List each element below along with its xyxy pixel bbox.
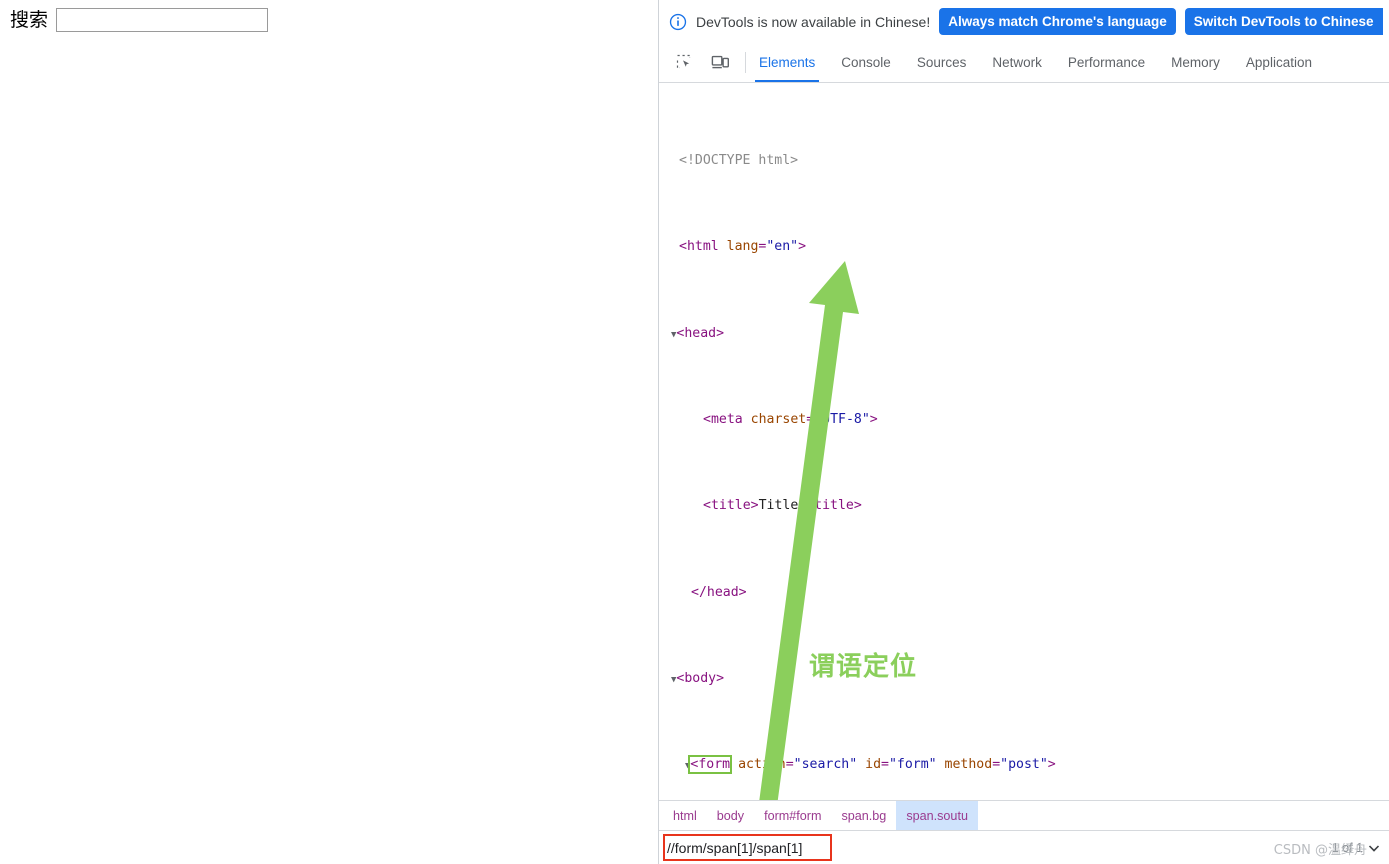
html-tag: <html	[679, 239, 719, 255]
breadcrumb-item-span-soutu[interactable]: span.soutu	[896, 801, 978, 830]
head-tag: <head>	[676, 325, 725, 341]
meta-tag: <meta	[703, 411, 743, 427]
search-match-count: 1 of 1	[1331, 840, 1363, 855]
chevron-down-icon[interactable]	[1367, 841, 1381, 855]
html-lang-attr: lang	[718, 239, 759, 255]
form-action-attr: action	[730, 757, 786, 773]
dom-line-meta[interactable]: <meta charset="UTF-8">	[659, 409, 1389, 431]
dom-tree: <!DOCTYPE html> <html lang="en"> ▼<head>…	[659, 85, 1389, 800]
breadcrumb-item-html[interactable]: html	[659, 801, 707, 830]
form-method-attr: method	[936, 757, 993, 773]
tab-memory[interactable]: Memory	[1158, 43, 1233, 82]
meta-charset-value: "UTF-8"	[814, 411, 870, 427]
tab-application[interactable]: Application	[1233, 43, 1325, 82]
breadcrumb-item-form[interactable]: form#form	[754, 801, 831, 830]
devtools-panel: DevTools is now available in Chinese! Al…	[658, 0, 1389, 864]
form-tag: <form	[688, 755, 733, 775]
search-form: 搜索	[10, 8, 269, 32]
language-banner: DevTools is now available in Chinese! Al…	[659, 0, 1389, 43]
doctype-text: <!DOCTYPE html>	[679, 152, 799, 168]
form-method-value: "post"	[1000, 757, 1048, 773]
breadcrumb-item-body[interactable]: body	[707, 801, 754, 830]
tab-performance[interactable]: Performance	[1055, 43, 1158, 82]
body-tag: <body>	[676, 671, 725, 687]
dom-line-head[interactable]: ▼<head>	[659, 323, 1389, 345]
device-toolbar-icon[interactable]	[707, 43, 733, 82]
dom-line-html[interactable]: <html lang="en">	[659, 236, 1389, 258]
head-close-tag: </head>	[691, 584, 747, 600]
search-label: 搜索	[10, 8, 49, 31]
devtools-toolbar: Elements Console Sources Network Perform…	[659, 43, 1389, 83]
dom-line-doctype[interactable]: <!DOCTYPE html>	[659, 150, 1389, 172]
form-tag-end: >	[1047, 757, 1056, 773]
dom-line-form[interactable]: ▼<form action="search" id="form" method=…	[659, 754, 1389, 776]
always-match-language-button[interactable]: Always match Chrome's language	[939, 7, 1176, 36]
html-lang-value: "en"	[766, 239, 799, 255]
title-close-tag: </title>	[798, 498, 862, 514]
tab-network[interactable]: Network	[979, 43, 1055, 82]
meta-tag-end: >	[869, 411, 878, 427]
inspect-element-icon[interactable]	[671, 43, 697, 82]
meta-charset-attr: charset	[742, 411, 807, 427]
switch-devtools-to-chinese-button[interactable]: Switch DevTools to Chinese	[1184, 7, 1383, 36]
title-open-tag: <title>	[703, 498, 759, 514]
dom-line-head-close[interactable]: </head>	[659, 582, 1389, 604]
form-action-value: "search"	[793, 757, 858, 773]
dom-line-title[interactable]: <title>Title</title>	[659, 495, 1389, 517]
tab-elements[interactable]: Elements	[746, 43, 828, 82]
search-input[interactable]	[56, 8, 269, 32]
annotation-label: 谓语定位	[809, 652, 918, 682]
title-text: Title	[758, 498, 799, 514]
tab-console[interactable]: Console	[828, 43, 904, 82]
dom-search-bar: 1 of 1 CSDN @温绎舟	[659, 830, 1389, 864]
tab-sources[interactable]: Sources	[904, 43, 980, 82]
web-page-area: 搜索	[0, 0, 658, 864]
form-id-value: "form"	[888, 757, 937, 773]
xpath-search-input[interactable]	[659, 834, 1332, 861]
html-tag-end: >	[798, 239, 807, 255]
info-icon	[669, 13, 687, 30]
form-id-attr: id	[857, 757, 882, 773]
breadcrumb-item-span-bg[interactable]: span.bg	[832, 801, 897, 830]
dom-line-body[interactable]: ▼<body>	[659, 668, 1389, 690]
breadcrumb: html body form#form span.bg span.soutu	[659, 800, 1389, 830]
dom-tree-panel[interactable]: <!DOCTYPE html> <html lang="en"> ▼<head>…	[659, 83, 1389, 800]
banner-message: DevTools is now available in Chinese!	[696, 13, 931, 30]
